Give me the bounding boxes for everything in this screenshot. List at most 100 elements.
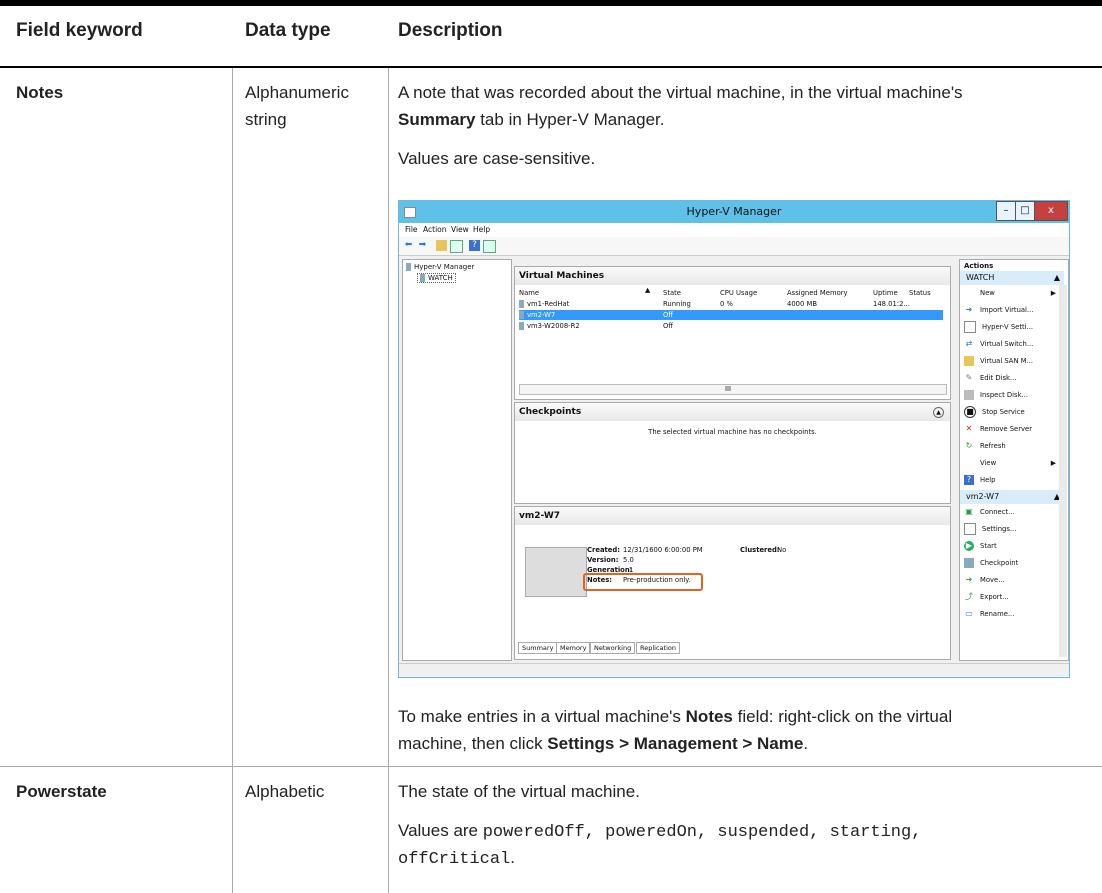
help-icon[interactable]: ? xyxy=(469,240,480,251)
vm-icon xyxy=(519,300,524,308)
action-remove-server[interactable]: ✕ Remove Server xyxy=(964,421,1056,438)
rename-icon: ▭ xyxy=(965,609,973,618)
menu-action[interactable]: Action xyxy=(423,225,447,234)
col-name[interactable]: Name xyxy=(519,289,539,297)
actions-group-watch[interactable]: WATCH ▲ xyxy=(960,271,1064,285)
tree-watch[interactable]: WATCH xyxy=(417,273,456,283)
row-divider xyxy=(0,766,1102,767)
notes-desc-line1: A note that was recorded about the virtu… xyxy=(398,83,963,102)
action-start[interactable]: ▶ Start xyxy=(964,538,1056,555)
column-divider xyxy=(388,68,389,893)
powerstate-values-line2: offCritical. xyxy=(398,848,515,869)
created-label: Created: xyxy=(587,546,620,554)
navigation-tree: Hyper-V Manager WATCH xyxy=(402,259,512,661)
vm-hscrollbar[interactable]: III xyxy=(519,384,947,395)
col-uptime[interactable]: Uptime xyxy=(873,289,898,297)
clustered-label: Clustered: xyxy=(740,546,780,554)
toolbar: ⬅ ➡ ? xyxy=(399,237,1069,256)
notes-desc-howto-line1: To make entries in a virtual machine's N… xyxy=(398,707,953,726)
collapse-icon[interactable]: ▲ xyxy=(933,407,944,418)
type-notes-line2: string xyxy=(245,110,287,129)
vm-row[interactable]: vm1-RedHat Running 0 % 4000 MB 148.01:2.… xyxy=(519,299,943,309)
settings-icon xyxy=(964,523,976,535)
switch-icon: ⇄ xyxy=(965,339,973,348)
start-icon: ▶ xyxy=(964,541,974,551)
import-icon: ➜ xyxy=(965,305,973,314)
col-cpu[interactable]: CPU Usage xyxy=(720,289,757,297)
maximize-button[interactable]: □ xyxy=(1015,201,1035,221)
remove-icon: ✕ xyxy=(965,424,973,433)
title-bar: Hyper-V Manager – □ x xyxy=(399,201,1069,223)
minimize-button[interactable]: – xyxy=(996,201,1016,221)
connect-icon: ▣ xyxy=(965,507,973,516)
column-divider xyxy=(232,68,233,893)
notes-desc-howto-line2: machine, then click Settings > Managemen… xyxy=(398,734,809,753)
action-settings[interactable]: Settings... xyxy=(964,521,1056,538)
action-refresh[interactable]: ↻ Refresh xyxy=(964,438,1056,455)
created-value: 12/31/1600 6:00:00 PM xyxy=(623,546,703,554)
action-virtual-san[interactable]: Virtual SAN M... xyxy=(964,353,1056,370)
refresh-icon: ↻ xyxy=(965,441,973,450)
stop-icon: ■ xyxy=(964,406,976,418)
table-top-rule xyxy=(0,0,1102,6)
action-inspect-disk[interactable]: Inspect Disk... xyxy=(964,387,1056,404)
action-move[interactable]: ➔ Move... xyxy=(964,572,1056,589)
show-hide-icon[interactable] xyxy=(450,240,463,253)
col-state[interactable]: State xyxy=(663,289,681,297)
col-memory[interactable]: Assigned Memory xyxy=(787,289,848,297)
keyword-notes: Notes xyxy=(16,83,64,102)
tab-networking[interactable]: Networking xyxy=(590,642,636,654)
action-new[interactable]: New ▶ xyxy=(964,285,1056,302)
vm-icon xyxy=(519,322,524,330)
checkpoints-message: The selected virtual machine has no chec… xyxy=(648,428,817,436)
version-value: 5.0 xyxy=(623,556,634,564)
notes-desc-line2: Summary tab in Hyper-V Manager. xyxy=(398,110,665,129)
forward-icon[interactable]: ➡ xyxy=(417,240,428,251)
help-icon: ? xyxy=(964,475,974,485)
action-export[interactable]: ⤴ Export... xyxy=(964,589,1056,606)
console-icon[interactable] xyxy=(483,240,496,253)
keyword-powerstate: Powerstate xyxy=(16,782,107,801)
col-status[interactable]: Status xyxy=(909,289,931,297)
action-hyperv-settings[interactable]: Hyper-V Setti... xyxy=(964,319,1056,336)
window-title: Hyper-V Manager xyxy=(686,205,782,218)
menu-view[interactable]: View xyxy=(451,225,469,234)
menu-help[interactable]: Help xyxy=(473,225,490,234)
action-connect[interactable]: ▣ Connect... xyxy=(964,504,1056,521)
close-button[interactable]: x xyxy=(1034,201,1068,221)
header-rule xyxy=(0,66,1102,68)
notes-value: Pre-production only. xyxy=(623,576,691,584)
tab-replication[interactable]: Replication xyxy=(636,642,680,654)
vm-thumbnail xyxy=(525,547,587,597)
header-field-keyword: Field keyword xyxy=(16,20,143,41)
hyperv-icon xyxy=(406,263,411,271)
back-icon[interactable]: ⬅ xyxy=(403,240,414,251)
vm-row[interactable]: vm3-W2008-R2 Off xyxy=(519,321,943,331)
actions-group-vm[interactable]: vm2-W7 ▲ xyxy=(960,490,1064,504)
menu-file[interactable]: File xyxy=(405,225,418,234)
vm-detail-pane: vm2-W7 Created: 12/31/1600 6:00:00 PM Cl… xyxy=(514,506,951,660)
action-view[interactable]: View ▶ xyxy=(964,455,1056,472)
version-label: Version: xyxy=(587,556,619,564)
notes-label: Notes: xyxy=(587,576,612,584)
action-help[interactable]: ? Help xyxy=(964,472,1056,489)
action-rename[interactable]: ▭ Rename... xyxy=(964,606,1056,623)
action-virtual-switch[interactable]: ⇄ Virtual Switch... xyxy=(964,336,1056,353)
vm-row-selected[interactable]: vm2-W7 Off xyxy=(519,310,943,320)
tab-memory[interactable]: Memory xyxy=(556,642,591,654)
action-stop-service[interactable]: ■ Stop Service xyxy=(964,404,1056,421)
actions-scrollbar[interactable] xyxy=(1059,285,1067,657)
tree-root[interactable]: Hyper-V Manager xyxy=(406,263,474,271)
vm-pane-title: Virtual Machines xyxy=(515,267,950,285)
header-description: Description xyxy=(398,20,503,41)
vm-icon xyxy=(519,311,524,319)
action-checkpoint[interactable]: Checkpoint xyxy=(964,555,1056,572)
export-icon: ⤴ xyxy=(965,592,973,601)
actions-title: Actions xyxy=(964,262,994,270)
action-import[interactable]: ➜ Import Virtual... xyxy=(964,302,1056,319)
sort-arrow-icon: ▲ xyxy=(645,286,651,294)
folder-up-icon[interactable] xyxy=(436,240,447,251)
tab-summary[interactable]: Summary xyxy=(518,642,558,654)
action-edit-disk[interactable]: ✎ Edit Disk... xyxy=(964,370,1056,387)
virtual-machines-pane: Virtual Machines Name ▲ State CPU Usage … xyxy=(514,266,951,400)
